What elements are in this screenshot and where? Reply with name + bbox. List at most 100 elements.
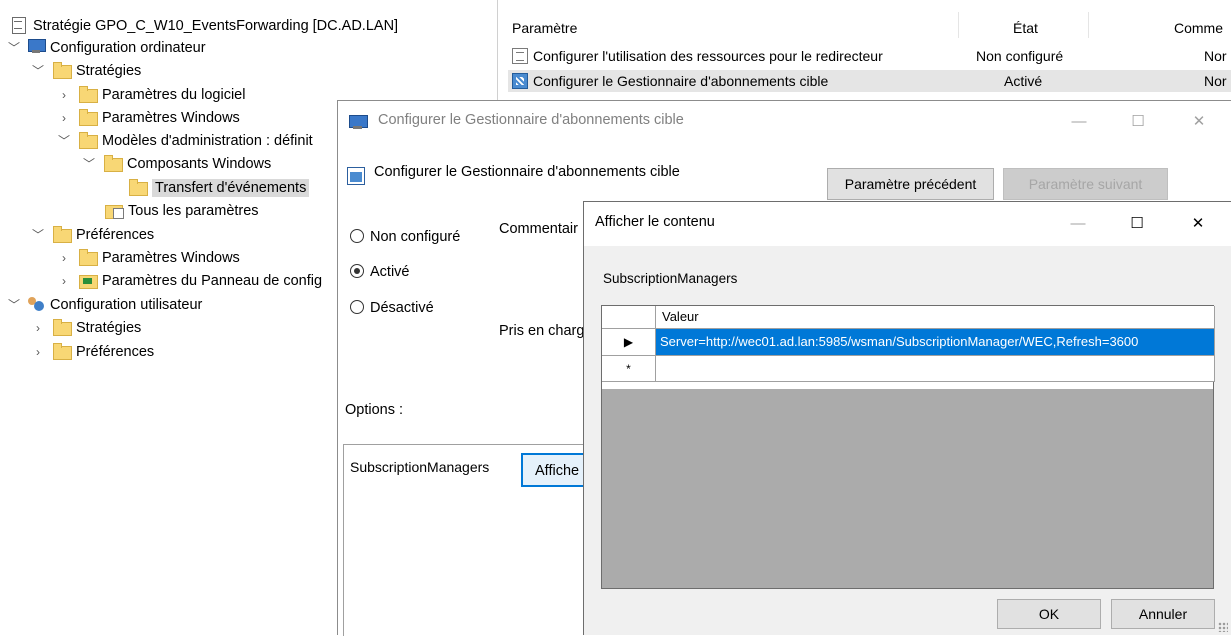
row-header-new[interactable]: * <box>602 356 656 382</box>
column-header-setting[interactable]: Paramètre <box>512 20 577 36</box>
next-setting-button[interactable]: Paramètre suivant <box>1003 168 1168 200</box>
folder-icon <box>53 226 72 243</box>
chevron-down-icon[interactable]: ﹀ <box>31 60 45 82</box>
show-contents-dialog: Afficher le contenu — ☐ ✕ SubscriptionMa… <box>583 201 1231 635</box>
chevron-down-icon[interactable]: ﹀ <box>82 153 96 175</box>
computer-icon <box>27 39 46 54</box>
chevron-right-icon[interactable]: › <box>31 317 45 339</box>
chevron-down-icon[interactable]: ﹀ <box>31 224 45 246</box>
close-icon[interactable]: ✕ <box>1175 209 1221 239</box>
tree-item-label: Composants Windows <box>127 156 272 172</box>
tree-item-software-settings[interactable]: › Paramètres du logiciel <box>57 84 245 106</box>
tree-item-label: Paramètres du Panneau de config <box>102 273 323 289</box>
tree-item-preferences[interactable]: ﹀ Préférences <box>31 224 154 246</box>
cancel-button[interactable]: Annuler <box>1111 599 1215 629</box>
gpo-tree: Stratégie GPO_C_W10_EventsForwarding [DC… <box>0 0 398 635</box>
tree-item-label: Paramètres du logiciel <box>102 87 246 103</box>
supported-on-label: Pris en charg <box>499 323 585 339</box>
list-row[interactable]: Configurer l'utilisation des ressources … <box>508 45 1231 67</box>
chevron-down-icon[interactable]: ﹀ <box>7 294 21 316</box>
close-icon[interactable]: ✕ <box>1176 107 1222 137</box>
folder-icon <box>104 155 123 172</box>
tree-item-label: Préférences <box>76 344 155 360</box>
tree-root-label: Stratégie GPO_C_W10_EventsForwarding [DC… <box>33 18 399 34</box>
radio-label: Non configuré <box>370 229 461 245</box>
chevron-right-icon[interactable]: › <box>57 270 71 292</box>
show-contents-subtitle: SubscriptionManagers <box>603 271 738 286</box>
radio-label: Activé <box>370 264 410 280</box>
radio-disabled[interactable]: Désactivé <box>350 300 434 316</box>
tree-item-pref-windows-settings[interactable]: › Paramètres Windows <box>57 247 240 269</box>
list-row-selected[interactable]: Configurer le Gestionnaire d'abonnements… <box>508 70 1231 92</box>
tree-item-user-config[interactable]: ﹀ Configuration utilisateur <box>7 294 202 316</box>
list-header: Paramètre État Comme <box>498 0 1231 42</box>
tree-root[interactable]: Stratégie GPO_C_W10_EventsForwarding [DC… <box>10 15 398 37</box>
radio-dot-selected[interactable] <box>350 264 364 278</box>
column-divider[interactable] <box>958 12 959 38</box>
grid-column-header[interactable]: Valeur <box>656 306 1215 329</box>
chevron-right-icon[interactable]: › <box>57 107 71 129</box>
minimize-icon[interactable]: — <box>1055 209 1101 239</box>
tree-item-windows-components[interactable]: ﹀ Composants Windows <box>82 153 271 175</box>
maximize-icon[interactable]: ☐ <box>1115 107 1161 137</box>
tree-item-event-forwarding[interactable]: Transfert d'événements <box>129 177 310 199</box>
column-header-state[interactable]: État <box>1013 20 1038 36</box>
chevron-right-icon[interactable]: › <box>31 341 45 363</box>
ok-button[interactable]: OK <box>997 599 1101 629</box>
tree-item-windows-settings[interactable]: › Paramètres Windows <box>57 107 240 129</box>
policy-header-title: Configurer le Gestionnaire d'abonnements… <box>374 164 680 180</box>
setting-enabled-icon <box>512 73 528 89</box>
tree-item-label: Configuration ordinateur <box>50 40 206 56</box>
values-grid-body: Valeur ▶ Server=http://wec01.ad.lan:5985… <box>602 306 1215 389</box>
tree-item-user-preferences[interactable]: › Préférences <box>31 341 154 363</box>
show-contents-titlebar[interactable]: Afficher le contenu — ☐ ✕ <box>584 202 1231 246</box>
policy-app-icon <box>349 115 368 129</box>
tree-item-policies[interactable]: ﹀ Stratégies <box>31 60 141 82</box>
policy-dialog-titlebar[interactable]: Configurer le Gestionnaire d'abonnements… <box>338 101 1231 141</box>
tree-item-label: Configuration utilisateur <box>50 297 203 313</box>
radio-dot[interactable] <box>350 300 364 314</box>
resize-grip-icon[interactable] <box>1218 622 1228 632</box>
setting-icon <box>512 48 528 64</box>
setting-comment: Nor <box>1204 73 1227 89</box>
folder-icon <box>53 343 72 360</box>
folder-icon <box>79 249 98 266</box>
tree-item-label: Modèles d'administration : définit <box>102 133 313 149</box>
show-contents-title: Afficher le contenu <box>595 214 715 230</box>
row-header-current[interactable]: ▶ <box>602 329 656 356</box>
users-icon <box>27 296 45 311</box>
tree-item-control-panel[interactable]: › Paramètres du Panneau de config <box>57 270 340 292</box>
tree-item-label: Préférences <box>76 227 155 243</box>
chevron-down-icon[interactable]: ﹀ <box>7 37 21 59</box>
tree-item-label: Tous les paramètres <box>128 203 259 219</box>
control-panel-icon <box>79 272 98 289</box>
setting-comment: Nor <box>1204 48 1227 64</box>
chevron-right-icon[interactable]: › <box>57 247 71 269</box>
tree-item-admin-templates[interactable]: ﹀ Modèles d'administration : définit <box>57 130 340 152</box>
tree-item-user-policies[interactable]: › Stratégies <box>31 317 141 339</box>
tree-item-label: Stratégies <box>76 63 142 79</box>
chevron-down-icon[interactable]: ﹀ <box>57 130 71 152</box>
radio-not-configured[interactable]: Non configuré <box>350 229 460 245</box>
tree-item-all-settings[interactable]: Tous les paramètres <box>105 200 259 222</box>
policy-dialog-title: Configurer le Gestionnaire d'abonnements… <box>378 112 684 128</box>
new-value-cell[interactable] <box>656 356 1215 382</box>
column-header-comment[interactable]: Comme <box>1174 20 1223 36</box>
values-grid[interactable]: Valeur ▶ Server=http://wec01.ad.lan:5985… <box>601 305 1215 589</box>
folder-icon <box>53 62 72 79</box>
tree-item-computer-config[interactable]: ﹀ Configuration ordinateur <box>7 37 206 59</box>
radio-dot[interactable] <box>350 229 364 243</box>
grid-corner-cell[interactable] <box>602 306 656 329</box>
minimize-icon[interactable]: — <box>1056 107 1102 137</box>
all-settings-icon <box>105 202 124 219</box>
maximize-icon[interactable]: ☐ <box>1114 209 1160 239</box>
column-divider[interactable] <box>1088 12 1089 38</box>
settings-list: Paramètre État Comme Configurer l'utilis… <box>498 0 1231 100</box>
value-cell[interactable]: Server=http://wec01.ad.lan:5985/wsman/Su… <box>656 329 1215 356</box>
previous-setting-button[interactable]: Paramètre précédent <box>827 168 994 200</box>
setting-state: Non configuré <box>976 48 1064 64</box>
chevron-right-icon[interactable]: › <box>57 84 71 106</box>
folder-icon <box>53 319 72 336</box>
radio-enabled[interactable]: Activé <box>350 264 410 280</box>
tree-item-label: Paramètres Windows <box>102 110 240 126</box>
